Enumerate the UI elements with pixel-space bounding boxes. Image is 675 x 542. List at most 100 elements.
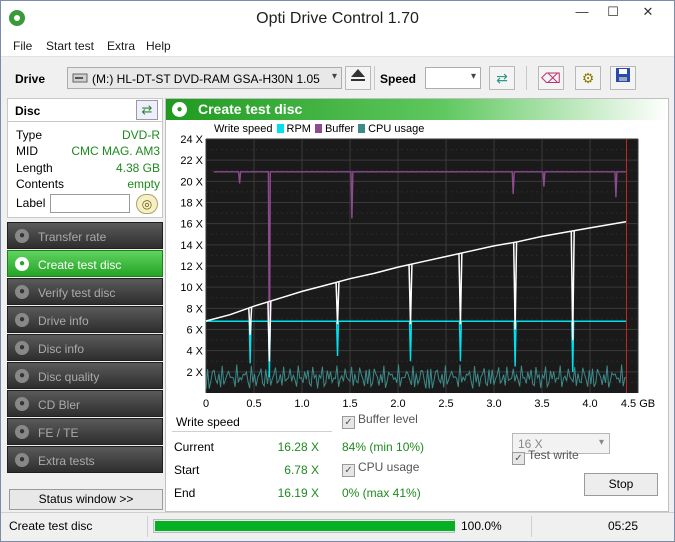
- main-panel: ● Create test disc Write speed RPM Buffer C…: [165, 98, 669, 512]
- disc-label-label: Label: [16, 196, 46, 210]
- nav-fe-te[interactable]: ● FE / TE: [7, 418, 163, 445]
- extra-tests-icon: ●: [15, 453, 29, 467]
- x-tick-label: 3.5: [534, 398, 549, 410]
- eject-button[interactable]: [345, 66, 371, 90]
- cpu-usage-value: 0% (max 41%): [342, 486, 421, 500]
- disc-icon: ◎: [141, 197, 153, 211]
- progress-percent: 100.0%: [461, 519, 502, 533]
- nav-verify-test-disc[interactable]: ● Verify test disc: [7, 278, 163, 305]
- nav-label: CD Bler: [38, 398, 81, 412]
- buffer-level-checkbox[interactable]: ✓ Buffer level: [342, 412, 418, 429]
- progress-fill: [155, 521, 455, 531]
- menu-start-test[interactable]: Start test: [46, 39, 94, 53]
- menu-help[interactable]: Help: [146, 39, 171, 53]
- disc-label-input[interactable]: [50, 194, 130, 213]
- end-speed-label: End: [174, 486, 196, 500]
- write-speed-chart: 2 X 4 X 6 X 8 X 10 X 12 X 14 X 16 X 18 X 20 X 22 X…: [180, 134, 655, 410]
- cpu-usage-checkbox[interactable]: ✓ CPU usage: [342, 460, 420, 477]
- floppy-icon: [616, 68, 630, 82]
- speed-select[interactable]: ▾: [425, 67, 481, 89]
- disc-contents-label: Contents: [16, 177, 65, 191]
- create-disc-icon: ●: [15, 257, 29, 271]
- drive-info-icon: ●: [15, 313, 29, 327]
- nav-label: Disc quality: [38, 370, 100, 384]
- status-text: Create test disc: [9, 519, 93, 533]
- speed-label: Speed: [380, 72, 417, 86]
- x-tick-label: 1.5: [342, 398, 357, 410]
- transfer-rate-icon: ●: [15, 229, 29, 243]
- nav-cd-bler[interactable]: ● CD Bler: [7, 390, 163, 417]
- y-tick-label: 8 X: [186, 303, 203, 315]
- start-speed-value: 6.78 X: [284, 463, 319, 477]
- refresh-icon: ⇄: [496, 70, 508, 86]
- nav-label: Drive info: [38, 314, 89, 328]
- test-write-checkbox[interactable]: ✓ Test write: [512, 448, 579, 465]
- y-tick-label: 10 X: [180, 282, 203, 294]
- current-speed-value: 16.28 X: [277, 440, 319, 454]
- nav-disc-info[interactable]: ● Disc info: [7, 334, 163, 361]
- nav-transfer-rate[interactable]: ● Transfer rate: [7, 222, 163, 249]
- save-button[interactable]: [610, 66, 636, 90]
- chevron-down-icon: ▾: [598, 437, 604, 448]
- y-tick-label: 20 X: [180, 176, 203, 188]
- nav-extra-tests[interactable]: ● Extra tests: [7, 446, 163, 473]
- disc-refresh-button[interactable]: ⇄: [136, 100, 158, 120]
- checkmark-icon: ✓: [512, 452, 525, 465]
- menu-bar: File Start test Extra Help: [1, 35, 674, 57]
- x-tick-label: 2.0: [390, 398, 405, 410]
- drive-select[interactable]: (M:) HL-DT-ST DVD-RAM GSA-H30N 1.05 ▾: [67, 67, 342, 89]
- x-tick-label: 0: [203, 398, 209, 410]
- y-tick-label: 24 X: [180, 134, 203, 146]
- elapsed-time: 05:25: [608, 519, 639, 533]
- status-divider: [147, 516, 148, 537]
- toolbar: Drive (M:) HL-DT-ST DVD-RAM GSA-H30N 1.0…: [1, 58, 674, 98]
- cd-bler-icon: ●: [15, 397, 29, 411]
- menu-extra[interactable]: Extra: [107, 39, 135, 53]
- stats-panel: Write speed Current 16.28 X Start 6.78 X E…: [166, 412, 668, 511]
- nav-label: Verify test disc: [38, 286, 116, 300]
- close-button[interactable]: ✕: [628, 1, 668, 23]
- nav-create-test-disc[interactable]: ● Create test disc: [7, 250, 163, 277]
- disc-info-icon: ●: [15, 341, 29, 355]
- status-window-button[interactable]: Status window >>: [9, 489, 163, 510]
- nav-drive-info[interactable]: ● Drive info: [7, 306, 163, 333]
- nav-disc-quality[interactable]: ● Disc quality: [7, 362, 163, 389]
- x-tick-label: 4.5 GB: [621, 398, 655, 410]
- y-tick-label: 22 X: [180, 155, 203, 167]
- eject-icon: [351, 69, 365, 81]
- disc-header: Disc ⇄: [7, 98, 163, 122]
- disc-contents-value: empty: [127, 177, 160, 191]
- settings-button[interactable]: ⚙: [575, 66, 601, 90]
- nav-label: Disc info: [38, 342, 85, 356]
- y-tick-label: 2 X: [186, 367, 203, 379]
- gears-icon: ⚙: [581, 70, 595, 86]
- disc-type-value: DVD-R: [122, 128, 160, 142]
- cpu-usage-label: CPU usage: [358, 460, 420, 474]
- y-tick-label: 4 X: [186, 346, 203, 358]
- buffer-level-label: Buffer level: [358, 412, 418, 426]
- stop-button[interactable]: Stop: [584, 473, 658, 496]
- toolbar-separator: [374, 66, 375, 90]
- maximize-button[interactable]: ☐: [597, 1, 629, 23]
- chevron-down-icon: ▾: [331, 71, 337, 82]
- erase-button[interactable]: ⌫: [538, 66, 564, 90]
- y-tick-label: 12 X: [180, 261, 203, 273]
- menu-file[interactable]: File: [13, 39, 32, 53]
- left-panel: Disc ⇄ Type DVD-R MID CMC MAG. AM3 Length 4…: [7, 98, 163, 512]
- x-tick-label: 4.0: [582, 398, 597, 410]
- checkmark-icon: ✓: [342, 416, 355, 429]
- panel-title: Create test disc: [198, 101, 303, 117]
- disc-info-box: Type DVD-R MID CMC MAG. AM3 Length 4.38 GB …: [7, 122, 163, 218]
- app-window: Opti Drive Control 1.70 — ☐ ✕ File Start…: [0, 0, 675, 542]
- disc-length-value: 4.38 GB: [115, 161, 160, 175]
- refresh-speed-button[interactable]: ⇄: [489, 66, 515, 90]
- disc-mid-value: CMC MAG. AM3: [71, 144, 160, 158]
- disc-contents-row: Contents empty: [16, 177, 160, 193]
- verify-disc-icon: ●: [15, 285, 29, 299]
- status-divider: [531, 516, 532, 537]
- disc-label-button[interactable]: ◎: [136, 194, 158, 214]
- end-speed-value: 16.19 X: [277, 486, 319, 500]
- buffer-level-value: 84% (min 10%): [342, 440, 425, 454]
- minimize-button[interactable]: —: [566, 1, 598, 23]
- disc-length-label: Length: [16, 161, 53, 175]
